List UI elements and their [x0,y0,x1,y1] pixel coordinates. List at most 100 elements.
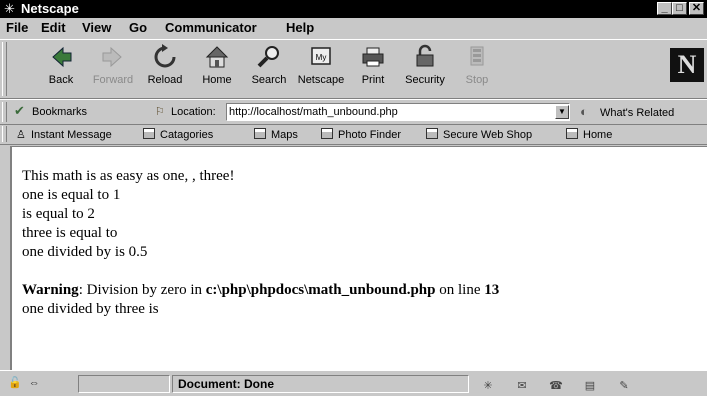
home-button[interactable]: Home [189,43,245,97]
menu-communicator[interactable]: Communicator [165,20,257,36]
url-input[interactable]: http://localhost/math_unbound.php [226,103,570,121]
forward-arrow-icon [102,46,122,68]
newsgroups-icon[interactable]: ☎ [548,379,564,393]
title-bar: ✳ Netscape _ □ ✕ [0,0,707,18]
print-label: Print [361,74,385,86]
catagories-label: Catagories [160,129,214,141]
close-button[interactable]: ✕ [689,2,704,15]
instant-message-label: Instant Message [31,129,112,141]
minimize-button[interactable]: _ [657,2,672,15]
mail-icon[interactable]: ✉ [514,379,530,393]
bookmark-page-icon [321,128,333,139]
composer-icon[interactable]: ✎ [616,379,632,393]
page-proxy-icon[interactable]: ⚐ [155,104,171,120]
bookmark-page-icon [426,128,438,139]
security-button[interactable]: Security [397,43,453,97]
personal-link-photo-finder[interactable]: Photo Finder [321,127,401,143]
reload-icon [154,44,176,68]
secure-web-shop-label: Secure Web Shop [443,129,533,141]
person-icon: ♙ [16,129,26,141]
lock-icon [416,44,434,67]
page-output: This math is as easy as one, , three! on… [22,167,499,319]
warning-label: Warning [22,282,79,298]
personal-link-catagories[interactable]: Catagories [143,127,213,143]
netscape-label: Netscape [297,74,345,86]
personal-link-secure-web-shop[interactable]: Secure Web Shop [426,127,532,143]
personal-link-maps[interactable]: Maps [254,127,298,143]
personal-grip[interactable] [2,126,7,142]
reload-label: Reload [147,74,183,86]
bookmarks-button[interactable]: ✔ Bookmarks [14,103,87,120]
menu-view[interactable]: View [82,20,111,36]
location-grip[interactable] [2,102,7,122]
status-text: Document: Done [178,377,274,391]
menu-help[interactable]: Help [286,20,314,36]
security-label: Security [405,74,445,86]
home-label: Home [202,74,232,86]
home-icon [205,46,229,68]
window-title: Netscape [21,1,79,16]
warning-line-number: 13 [484,282,500,298]
navigator-icon[interactable]: ✳ [480,379,496,393]
output-line: one is equal to 1 [22,187,121,203]
personal-link-home[interactable]: Home [566,127,612,143]
bookmarks-icon: ✔ [14,103,25,118]
personal-toolbar: ♙ Instant Message Catagories Maps Photo F… [0,125,707,145]
security-status-icon[interactable]: 🔓 [8,377,22,389]
whats-related-icon: ◐ [580,104,588,119]
photo-finder-label: Photo Finder [338,129,401,141]
back-button[interactable]: Back [33,43,89,97]
menu-bar: File Edit View Go Communicator Help [0,18,707,39]
progress-pane [78,375,170,393]
toolbar-grip[interactable] [2,42,7,96]
location-label-group: ⚐ Location: [155,104,216,120]
netscape-icon: My [311,47,331,65]
output-line: three is equal to [22,225,118,241]
reload-button[interactable]: Reload [137,43,193,97]
stop-label: Stop [465,74,489,86]
output-line: one divided by three is [22,301,159,317]
menu-edit[interactable]: Edit [41,20,66,36]
search-button[interactable]: Search [241,43,297,97]
output-line: This math is as easy as one, , three! [22,168,235,184]
browser-window: ✳ Netscape _ □ ✕ File Edit View Go Commu… [0,0,707,396]
stop-button[interactable]: Stop [449,43,505,97]
bookmark-page-icon [566,128,578,139]
menu-go[interactable]: Go [129,20,147,36]
instant-message-button[interactable]: ♙ Instant Message [16,127,112,143]
stop-icon [470,46,484,66]
back-label: Back [48,74,74,86]
page-content: This math is as easy as one, , three! on… [10,146,707,370]
output-line: one divided by is 0.5 [22,244,148,260]
home-link-label: Home [583,129,613,141]
back-arrow-icon [52,46,72,68]
component-bar: ✳ ✉ ☎ ▤ ✎ [480,376,700,392]
bookmarks-label: Bookmarks [32,106,88,118]
print-button[interactable]: Print [345,43,401,97]
search-label: Search [251,74,287,86]
maps-label: Maps [271,129,298,141]
netscape-n-logo[interactable]: N [670,48,704,82]
warning-path: c:\php\phpdocs\math_unbound.php [205,282,436,298]
bookmark-page-icon [143,128,155,139]
svg-text:My: My [316,53,327,62]
url-history-dropdown[interactable]: ▼ [555,105,569,119]
forward-label: Forward [92,74,134,86]
printer-icon [362,47,384,67]
maximize-button[interactable]: □ [672,2,687,15]
warning-text: : Division by zero in [78,282,206,298]
whats-related-label: What's Related [600,107,675,119]
output-line: is equal to 2 [22,206,95,222]
menu-file[interactable]: File [6,20,28,36]
bookmark-page-icon [254,128,266,139]
location-toolbar: ✔ Bookmarks ⚐ Location: http://localhost/m… [0,99,707,125]
forward-button[interactable]: Forward [85,43,141,97]
whats-related-button[interactable]: ◐ What's Related [580,104,674,121]
online-status-icon[interactable]: ⇔ [29,377,40,389]
php-warning: Warning: Division by zero in c:\php\phpd… [22,281,499,300]
address-book-icon[interactable]: ▤ [582,379,598,393]
status-bar: 🔓 ⇔ Document: Done ✳ ✉ ☎ ▤ ✎ [0,370,707,396]
netscape-button[interactable]: My Netscape [293,43,349,97]
location-label: Location: [171,106,216,118]
